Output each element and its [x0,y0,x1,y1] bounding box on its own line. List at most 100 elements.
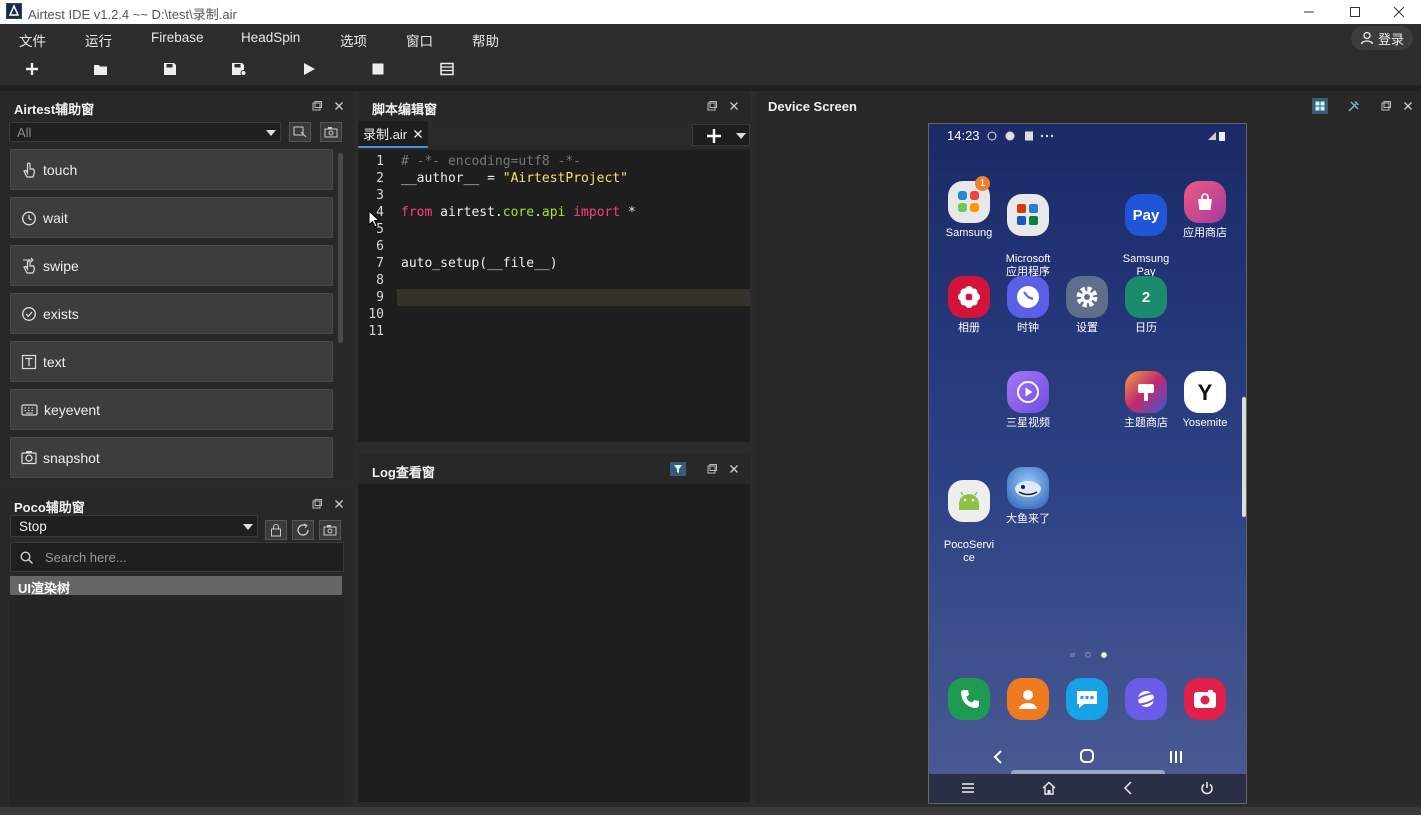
ui-tree-header[interactable]: UI渲染树 [10,576,342,596]
refresh-icon[interactable] [292,520,314,540]
device-home-icon[interactable] [1042,781,1056,795]
app-samsung-pay[interactable]: Pay Samsung Pay [1114,181,1178,279]
add-image-icon[interactable] [289,122,311,142]
back-icon[interactable] [992,749,1004,765]
touch-button[interactable]: touch [10,149,333,190]
screenshot-icon[interactable] [320,122,342,142]
exists-button[interactable]: exists [10,293,333,334]
poco-mode-dropdown[interactable]: Stop [10,515,258,537]
app-label: 相册 [958,322,980,334]
menu-run[interactable]: 运行 [85,30,112,50]
contacts-icon[interactable] [1007,678,1049,720]
app-settings[interactable]: 设置 [1055,276,1119,335]
stop-icon[interactable] [368,59,388,79]
tab-recording-script[interactable]: 录制.air [358,121,429,148]
chevron-down-icon[interactable] [736,133,746,139]
settings-icon [1066,276,1108,318]
app-label: 大鱼来了 [1006,513,1050,525]
app-theme-store[interactable]: 主题商店 [1114,371,1178,430]
internet-icon[interactable] [1125,678,1167,720]
tools-icon[interactable] [1345,98,1361,114]
app-yosemite[interactable]: Y Yosemite [1173,371,1237,430]
camera-app-icon[interactable] [1184,678,1226,720]
close-panel-icon[interactable] [333,100,345,112]
float-panel-icon[interactable] [706,463,718,475]
device-back-icon[interactable] [1123,781,1133,795]
run-icon[interactable] [299,59,319,79]
app-store[interactable]: 应用商店 [1173,181,1237,240]
app-label: 设置 [1076,322,1098,334]
close-tab-icon[interactable] [413,129,423,139]
app-label: Microsoft 应用程序 [1005,253,1051,278]
code-editor[interactable]: 1 2 3 4 5 6 7 8 9 10 11 # -*- encoding=u… [358,150,750,442]
new-file-icon[interactable] [22,59,42,79]
device-screen[interactable]: 14:23 1 Samsung Microsoft 应用程序 Pay Samsu… [928,123,1247,804]
text-button[interactable]: text [10,341,333,382]
plus-icon [707,129,721,143]
poco-search-input[interactable]: Search here... [10,542,344,572]
log-view-icon[interactable] [437,59,457,79]
snapshot-button[interactable]: snapshot [10,437,333,478]
menu-headspin[interactable]: HeadSpin [241,30,300,45]
gallery-icon [948,276,990,318]
menu-bar: 文件 运行 Firebase HeadSpin 选项 窗口 帮助 [0,24,1421,52]
app-samsung[interactable]: 1 Samsung [937,176,1001,240]
float-panel-icon[interactable] [1380,100,1392,112]
home-icon[interactable] [1079,748,1095,764]
phone-app-icon[interactable] [948,678,990,720]
menu-icon[interactable] [961,782,975,794]
menu-firebase[interactable]: Firebase [151,30,204,45]
line-number: 2 [376,171,384,186]
airtest-panel: Airtest辅助窗 All touch wait swipe exists t… [0,91,353,480]
messages-icon[interactable] [1066,678,1108,720]
close-panel-icon[interactable] [1402,100,1414,112]
keyevent-button[interactable]: keyevent [10,389,333,430]
app-game[interactable]: 大鱼来了 [996,467,1060,526]
editor-panel-title: 脚本编辑窗 [372,102,438,117]
swipe-icon [21,257,37,275]
minimize-button[interactable] [1286,0,1332,24]
app-label: Yosemite [1182,417,1228,429]
close-panel-icon[interactable] [333,498,345,510]
log-panel: Log查看窗 [358,454,750,484]
filter-icon[interactable] [670,462,686,476]
log-output[interactable] [358,484,750,802]
save-icon[interactable] [160,59,180,79]
ui-tree-view[interactable] [10,595,344,809]
close-window-button[interactable] [1376,0,1421,24]
recent-apps-icon[interactable] [1168,749,1184,765]
code-line: from airtest.core.api import * [401,205,636,220]
close-panel-icon[interactable] [728,463,740,475]
app-microsoft[interactable]: Microsoft 应用程序 [996,181,1060,279]
float-panel-icon[interactable] [311,498,323,510]
toolbar [0,52,1421,85]
mouse-cursor-icon [368,210,380,228]
float-panel-icon[interactable] [311,100,323,112]
open-folder-icon[interactable] [91,59,111,79]
app-gallery[interactable]: 相册 [937,276,1001,335]
menu-file[interactable]: 文件 [19,30,46,50]
lock-icon[interactable] [265,520,287,540]
chevron-down-icon [266,130,276,136]
device-list-icon[interactable] [1312,98,1328,114]
maximize-button[interactable] [1332,0,1378,24]
check-circle-icon [21,306,37,322]
power-icon[interactable] [1200,781,1214,795]
close-panel-icon[interactable] [728,100,740,112]
app-clock[interactable]: 时钟 [996,276,1060,335]
menu-help[interactable]: 帮助 [472,30,499,50]
app-video[interactable]: 三星视频 [996,371,1060,430]
screenshot-icon[interactable] [319,520,341,540]
airtest-scrollbar[interactable] [338,153,343,343]
login-button[interactable]: 登录 [1350,26,1413,50]
menu-window[interactable]: 窗口 [406,30,433,50]
float-panel-icon[interactable] [706,100,718,112]
filter-dropdown[interactable]: All [9,122,281,142]
save-as-icon[interactable] [229,59,249,79]
app-pocoservice[interactable]: PocoServi ce [937,467,1001,565]
wait-button[interactable]: wait [10,197,333,238]
new-script-button[interactable] [692,124,750,146]
swipe-button[interactable]: swipe [10,245,333,286]
menu-options[interactable]: 选项 [340,30,367,50]
app-calendar[interactable]: 2 日历 [1114,276,1178,335]
